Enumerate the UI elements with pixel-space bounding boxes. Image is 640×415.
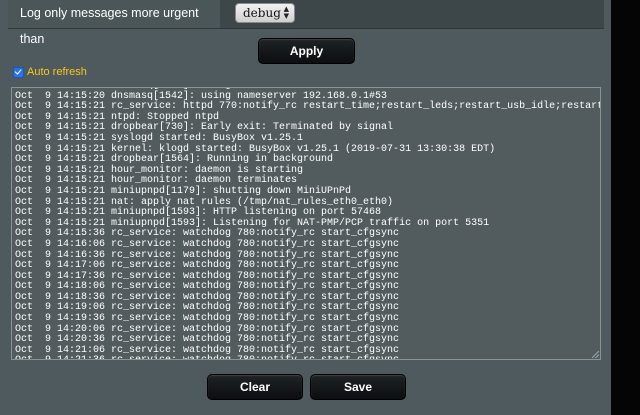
log-line: Oct 9 14:15:21 syslogd started: BusyBox …	[15, 132, 304, 144]
save-button[interactable]: Save	[310, 374, 406, 400]
log-lines: Oct 9 14:15:20 dnsmasq[1542]: using name…	[15, 88, 600, 359]
page-edge	[611, 0, 640, 415]
system-log-textarea[interactable]: Oct 9 14:15:20 dnsmasq[1542]: using name…	[11, 87, 601, 360]
log-level-row: Log only messages more urgent than debug…	[8, 0, 604, 46]
log-level-value: debug	[243, 6, 281, 20]
apply-button[interactable]: Apply	[258, 38, 355, 64]
auto-refresh-checkbox[interactable]	[13, 66, 24, 78]
resize-grip-icon[interactable]	[592, 351, 599, 358]
settings-panel: Log only messages more urgent than debug…	[0, 0, 611, 415]
auto-refresh-label: Auto refresh	[27, 66, 87, 78]
log-level-label: Log only messages more urgent than	[8, 0, 220, 46]
log-line: Oct 9 14:21:36 rc_service: watchdog 780:…	[15, 356, 600, 359]
clear-button[interactable]: Clear	[207, 374, 303, 400]
log-line: Oct 9 14:16:06 rc_service: watchdog 780:…	[15, 238, 400, 250]
log-line: Oct 9 14:15:21 miniupnpd[1179]: shutting…	[15, 185, 352, 197]
auto-refresh-toggle[interactable]: Auto refresh	[13, 65, 87, 79]
log-level-select[interactable]: debug ▲ ▼	[235, 3, 295, 23]
select-arrows-icon: ▲ ▼	[283, 5, 289, 20]
